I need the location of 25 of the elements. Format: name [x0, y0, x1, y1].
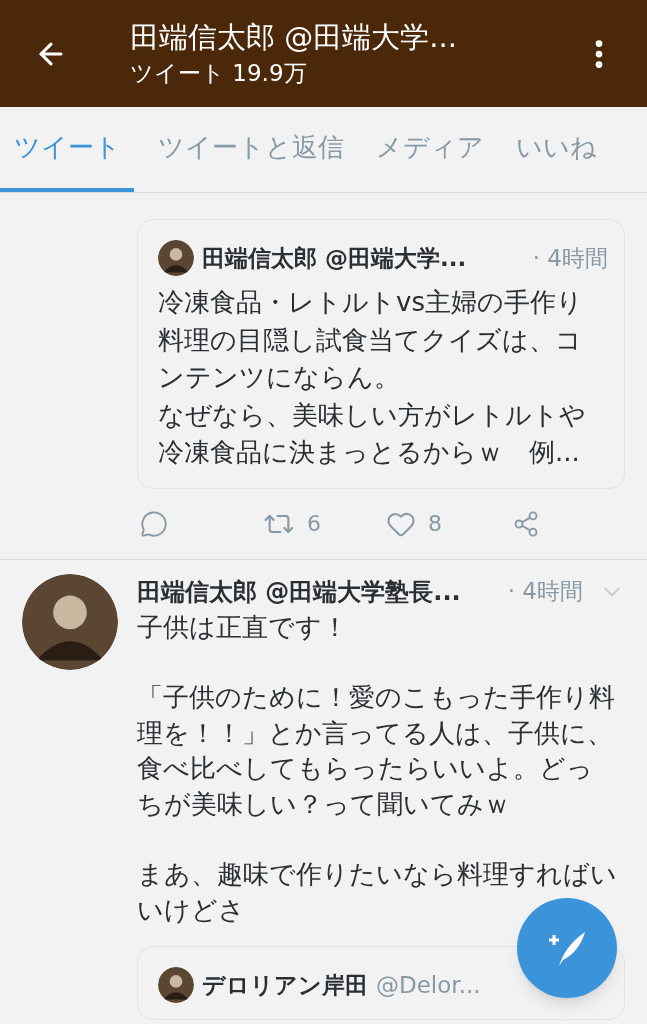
profile-tab[interactable]: ツイート	[0, 107, 134, 192]
tweet-text: 「子供のために！愛のこもった手作り料理を！！」とか言ってる人は、子供に、食べ比べしてもらったらいいよ。どっちが美味しい？って聞いてみｗ	[137, 681, 616, 821]
tweet-time: · 4時間	[507, 577, 583, 607]
like-count: 8	[428, 510, 442, 538]
share-icon[interactable]	[512, 509, 540, 538]
avatar-icon[interactable]	[158, 240, 194, 276]
quoted-tweet-text: 冷凍食品・レトルトvs主婦の手作り料理の目隠し試食当てクイズは、コンテンツにならん。	[158, 286, 584, 394]
avatar-icon[interactable]	[158, 967, 194, 1003]
profile-title: 田端信太郎 @田端大学...	[130, 18, 457, 56]
quoted-author: デロリアン岸田	[202, 970, 368, 1000]
reply-icon[interactable]	[140, 509, 168, 538]
tweet-author: 田端信太郎 @田端大学塾長...	[137, 576, 461, 608]
tweet-time: · 4時間	[532, 243, 608, 273]
tweet-text: 子供は正直です！	[137, 610, 349, 644]
quoted-handle: @Delor...	[376, 970, 481, 1000]
tweet-text: まあ、趣味で作りたいなら料理すればいいけどさ	[137, 858, 617, 927]
avatar-icon[interactable]	[22, 573, 118, 670]
profile-tab[interactable]: メディア	[368, 107, 492, 192]
profile-tab[interactable]: ツイートと返信	[150, 107, 352, 192]
quoted-tweet-text: なぜなら、美味しい方がレトルトや冷凍食品に決まっとるからｗ 例...	[158, 398, 587, 469]
profile-tab[interactable]: いいね	[508, 107, 605, 192]
tweet-count: ツイート 19.9万	[130, 58, 308, 88]
quoted-tweet-card[interactable]: 田端信太郎 @田端大学... · 4時間 冷凍食品・レトルトvs主婦の手作り料理の目隠し試食当てクイズは、コンテンツにならん。 なぜなら、美味しい方がレトルトや冷凍食品に決まっとるからｗ 例...	[137, 219, 625, 489]
retweet-count: 6	[307, 510, 321, 538]
quoted-author: 田端信太郎 @田端大学...	[202, 243, 467, 273]
